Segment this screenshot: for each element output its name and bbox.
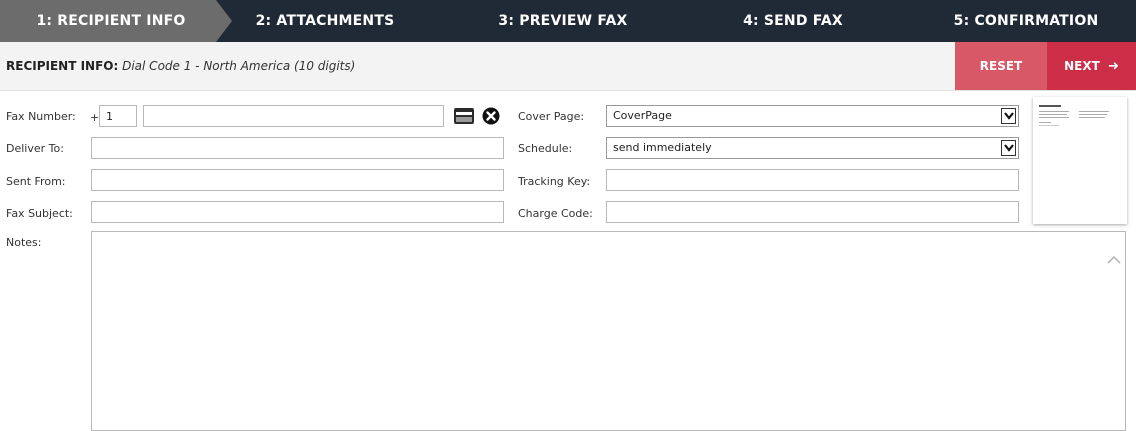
step-recipient-info[interactable]: 1: RECIPIENT INFO bbox=[0, 0, 222, 42]
reset-button[interactable]: RESET bbox=[955, 42, 1047, 90]
notes-textarea[interactable] bbox=[91, 231, 1126, 431]
scroll-up-icon[interactable] bbox=[1107, 250, 1121, 269]
fax-number-label: Fax Number: bbox=[6, 110, 76, 123]
clear-x-icon[interactable] bbox=[482, 107, 500, 129]
notes-label: Notes: bbox=[6, 236, 42, 249]
schedule-select[interactable]: send immediately bbox=[606, 137, 1019, 159]
reset-button-label: RESET bbox=[979, 59, 1023, 73]
dial-code-info: Dial Code 1 - North America (10 digits) bbox=[122, 59, 356, 73]
country-code-input[interactable] bbox=[99, 105, 137, 127]
step-attachments[interactable]: 2: ATTACHMENTS bbox=[232, 0, 418, 42]
step-confirmation[interactable]: 5: CONFIRMATION bbox=[926, 0, 1126, 42]
wizard-steps-bar: 1: RECIPIENT INFO 2: ATTACHMENTS 3: PREV… bbox=[0, 0, 1136, 42]
schedule-value: send immediately bbox=[613, 141, 712, 154]
arrow-right-icon: ➜ bbox=[1107, 59, 1119, 74]
step-send-fax[interactable]: 4: SEND FAX bbox=[700, 0, 886, 42]
plus-sign: + bbox=[90, 111, 100, 124]
sent-from-input[interactable] bbox=[91, 169, 504, 191]
charge-code-label: Charge Code: bbox=[518, 207, 593, 220]
chevron-down-icon[interactable] bbox=[1001, 108, 1016, 124]
cover-page-label: Cover Page: bbox=[518, 110, 585, 123]
cover-page-value: CoverPage bbox=[613, 109, 672, 122]
tracking-key-input[interactable] bbox=[606, 169, 1019, 191]
deliver-to-label: Deliver To: bbox=[6, 142, 64, 155]
contact-card-icon[interactable] bbox=[453, 107, 475, 129]
fax-subject-input[interactable] bbox=[91, 201, 504, 223]
step-preview-fax[interactable]: 3: PREVIEW FAX bbox=[470, 0, 656, 42]
next-button-label: NEXT bbox=[1064, 59, 1100, 73]
cover-page-thumbnail[interactable] bbox=[1033, 97, 1127, 224]
deliver-to-input[interactable] bbox=[91, 137, 504, 159]
fax-subject-label: Fax Subject: bbox=[6, 207, 73, 220]
schedule-label: Schedule: bbox=[518, 142, 573, 155]
cover-page-preview-graphic bbox=[1039, 105, 1109, 126]
tracking-key-label: Tracking Key: bbox=[518, 175, 591, 188]
cover-page-select[interactable]: CoverPage bbox=[606, 105, 1019, 127]
next-button[interactable]: NEXT ➜ bbox=[1047, 42, 1136, 90]
fax-number-input[interactable] bbox=[143, 105, 444, 127]
charge-code-input[interactable] bbox=[606, 201, 1019, 223]
chevron-down-icon[interactable] bbox=[1001, 140, 1016, 156]
sent-from-label: Sent From: bbox=[6, 175, 66, 188]
section-title: RECIPIENT INFO: Dial Code 1 - North Amer… bbox=[6, 42, 355, 90]
section-title-label: RECIPIENT INFO: bbox=[6, 59, 119, 73]
